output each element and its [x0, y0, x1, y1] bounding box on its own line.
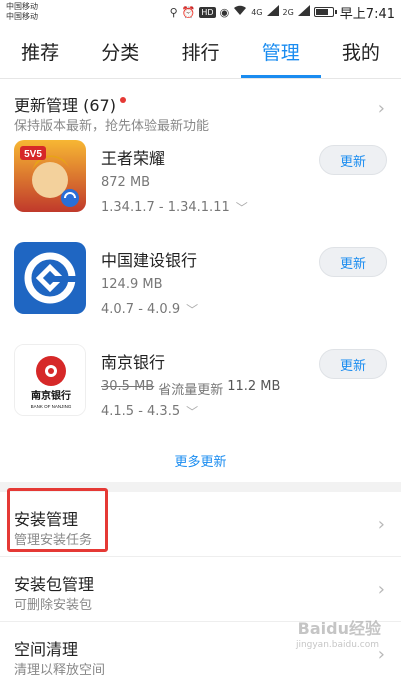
app-size-value: 124.9 MB — [101, 277, 163, 292]
njb-logo-en: BANK OF NANJING — [31, 404, 72, 409]
app-version[interactable]: 4.0.7 - 4.0.9 ﹀ — [101, 301, 198, 318]
location-icon: ⚲ — [169, 5, 178, 19]
ccb-app-icon — [14, 242, 86, 314]
update-button[interactable]: 更新 — [319, 145, 387, 175]
eye-icon: ◉ — [219, 5, 230, 19]
chevron-down-icon: ﹀ — [186, 303, 199, 317]
app-version[interactable]: 4.1.5 - 4.3.5 ﹀ — [101, 403, 198, 420]
njb-logo-text: 南京银行 — [31, 389, 71, 402]
app-version-value: 1.34.1.7 - 1.34.1.11 — [101, 200, 230, 215]
menu-title: 空间清理 — [14, 640, 79, 659]
tab-mine[interactable]: 我的 — [321, 24, 401, 78]
chevron-right-icon: › — [377, 579, 385, 600]
status-icons: ⚲ ⏰ HD ◉ 4G 2G 早上7:41 — [169, 3, 395, 22]
old-size: 30.5 MB — [101, 379, 155, 394]
hd-icon: HD — [199, 6, 216, 18]
app-name: 王者荣耀 — [101, 149, 166, 168]
app-size: 30.5 MB 省流量更新 11.2 MB — [101, 379, 280, 398]
app-row-ccb[interactable]: 中国建设银行 124.9 MB 4.0.7 - 4.0.9 ﹀ 更新 — [0, 232, 401, 334]
app-size-value: 872 MB — [101, 175, 151, 190]
app-name: 中国建设银行 — [101, 251, 198, 270]
tab-recommend[interactable]: 推荐 — [0, 24, 80, 78]
battery-icon — [313, 7, 337, 17]
clock: 早上7:41 — [339, 6, 395, 22]
watermark-sub: jingyan.baidu.com — [295, 640, 379, 650]
app-row-wzry[interactable]: 5V5 王者荣耀 872 MB 1.34.1.7 - 1.34.1.11 ﹀ 更新 — [0, 130, 401, 232]
menu-subtitle: 清理以释放空间 — [14, 663, 106, 675]
menu-title: 安装包管理 — [14, 575, 95, 594]
chevron-down-icon: ﹀ — [235, 201, 248, 215]
njb-app-icon: 南京银行 BANK OF NANJING — [14, 344, 86, 416]
tab-ranking[interactable]: 排行 — [160, 24, 240, 78]
signal-2-label: 2G — [282, 7, 294, 17]
highlight-annotation — [7, 488, 108, 552]
package-manager-row[interactable]: 安装包管理 可删除安装包 › — [0, 557, 401, 622]
app-size: 872 MB — [101, 175, 150, 190]
chevron-right-icon: › — [377, 514, 385, 535]
app-size: 124.9 MB — [101, 277, 162, 292]
app-row-njb[interactable]: 南京银行 BANK OF NANJING 南京银行 30.5 MB 省流量更新 … — [0, 334, 401, 436]
app-name: 南京银行 — [101, 353, 166, 372]
wzry-app-icon: 5V5 — [14, 140, 86, 212]
signal-1-icon — [266, 5, 279, 19]
tab-bar: 推荐 分类 排行 管理 我的 — [0, 24, 401, 79]
tab-category[interactable]: 分类 — [80, 24, 160, 78]
carrier-1: 中国移动 — [6, 2, 38, 11]
chevron-right-icon: › — [377, 98, 385, 119]
wzry-badge-text: 5V5 — [24, 149, 42, 160]
app-version-value: 4.0.7 - 4.0.9 — [101, 302, 181, 317]
chevron-down-icon: ﹀ — [186, 405, 199, 419]
battery-level — [315, 9, 328, 15]
wifi-icon — [233, 5, 247, 19]
tab-manage[interactable]: 管理 — [240, 24, 322, 78]
app-version-value: 4.1.5 - 4.3.5 — [101, 404, 181, 419]
more-updates-link[interactable]: 更多更新 — [0, 440, 401, 480]
signal-1-label: 4G — [251, 7, 263, 17]
save-size: 11.2 MB — [227, 379, 281, 394]
status-bar: 中国移动 中国移动 ⚲ ⏰ HD ◉ 4G 2G 早上7:41 — [0, 0, 401, 24]
save-label: 省流量更新 — [158, 383, 224, 398]
alarm-icon: ⏰ — [181, 5, 196, 19]
carrier-2: 中国移动 — [6, 12, 38, 21]
menu-subtitle: 可删除安装包 — [14, 598, 93, 613]
watermark: Baidu经验 — [297, 619, 381, 638]
new-badge-dot — [119, 97, 126, 103]
update-button[interactable]: 更新 — [319, 349, 387, 379]
signal-2-icon — [297, 5, 310, 19]
update-button[interactable]: 更新 — [319, 247, 387, 277]
app-version[interactable]: 1.34.1.7 - 1.34.1.11 ﹀ — [101, 199, 248, 216]
update-manager-title: 更新管理 (67) — [14, 96, 116, 115]
